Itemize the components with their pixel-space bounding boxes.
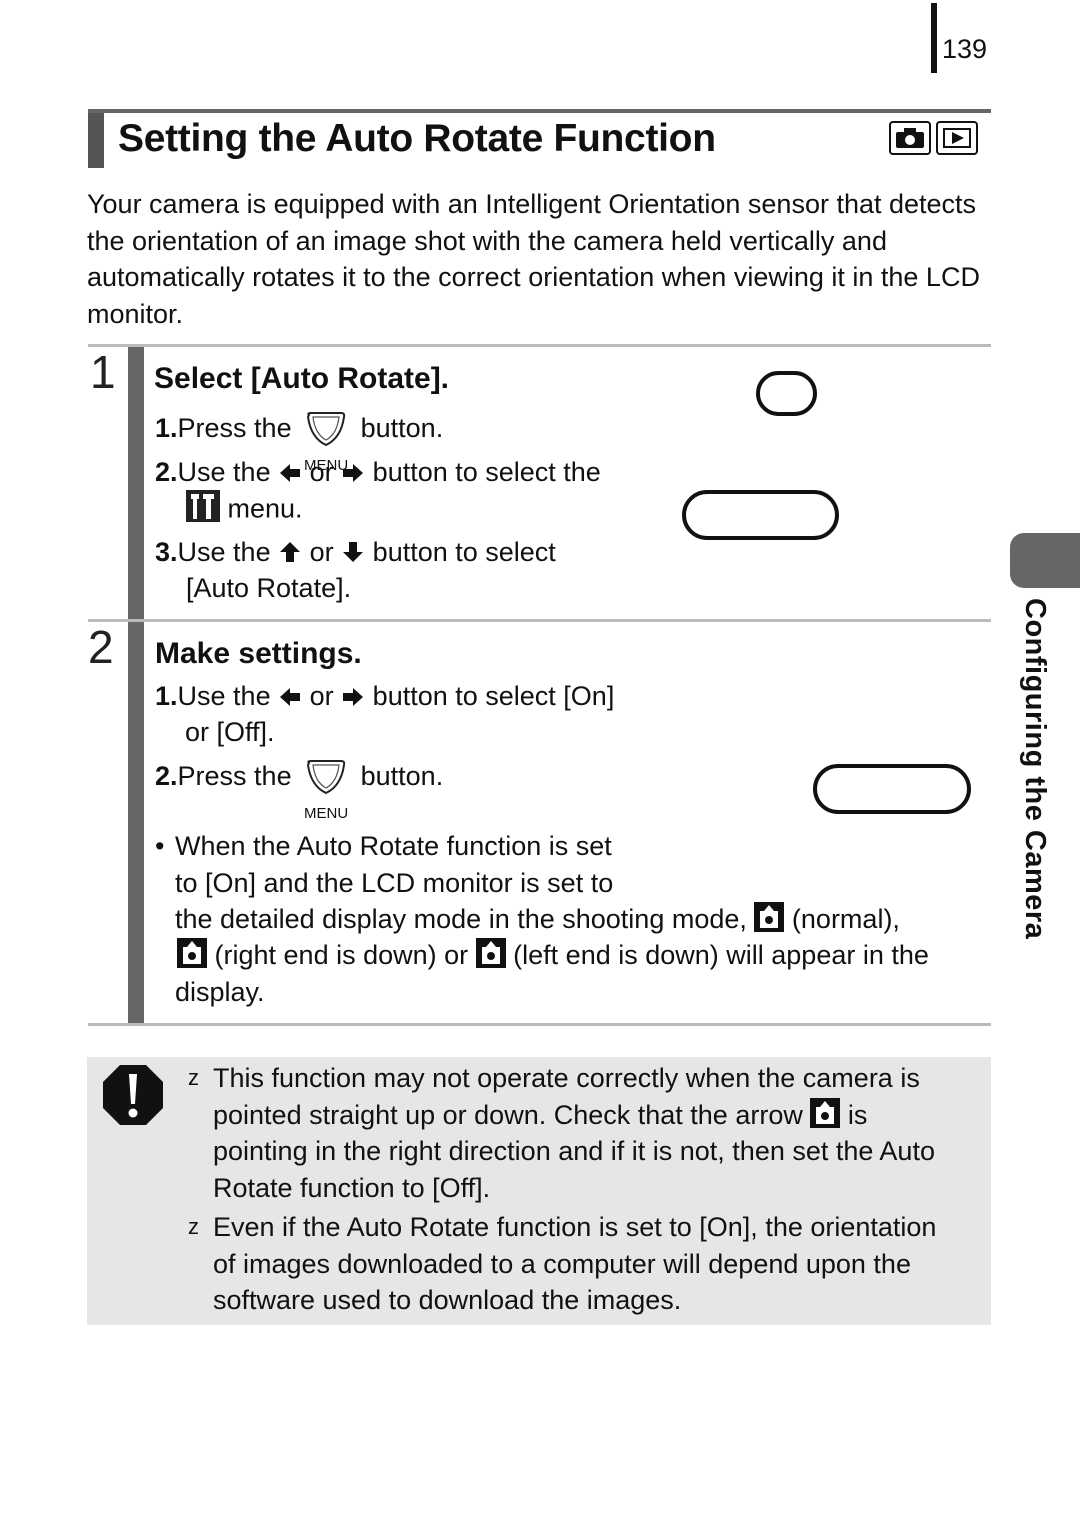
- item-text: button.: [360, 413, 444, 443]
- caution-text: pointed straight up or down. Check that …: [213, 1099, 803, 1130]
- chapter-tab: [1010, 533, 1080, 588]
- lcd-screen-placeholder: [756, 371, 817, 416]
- setup-menu-icon: [186, 490, 220, 531]
- note-text: (normal),: [791, 904, 900, 934]
- page-number: 139: [942, 34, 988, 64]
- step-item: 2.Press the MENU button.: [155, 758, 444, 822]
- down-arrow-icon: [341, 536, 365, 572]
- step-number: 1: [90, 346, 116, 398]
- item-text: or: [309, 457, 334, 487]
- step-item-continuation: or [Off].: [185, 717, 275, 747]
- item-text: Press the: [177, 413, 292, 443]
- page-title: Setting the Auto Rotate Function: [118, 117, 716, 160]
- caution-line: This function may not operate correctly …: [213, 1063, 920, 1093]
- menu-button-icon: MENU: [299, 411, 353, 474]
- caution-item: z This function may not operate correctl…: [188, 1060, 983, 1206]
- caution-item: z Even if the Auto Rotate function is se…: [188, 1209, 983, 1319]
- caution-bullet: z: [188, 1065, 199, 1090]
- mode-icons: [889, 121, 978, 155]
- chapter-label: Configuring the Camera: [1017, 598, 1057, 978]
- item-text: Use the: [177, 457, 271, 487]
- item-text: menu.: [227, 493, 303, 524]
- item-text: Use the: [177, 537, 271, 567]
- item-number: 2.: [155, 457, 178, 487]
- lcd-screen-placeholder: [813, 764, 971, 814]
- note-line: display.: [175, 977, 265, 1007]
- item-text: button.: [360, 761, 444, 791]
- lcd-screen-placeholder: [682, 490, 839, 540]
- note-line: When the Auto Rotate function is set: [175, 831, 612, 861]
- right-arrow-icon: [341, 456, 365, 492]
- caution-line: Rotate function to [Off].: [213, 1172, 491, 1203]
- note-bullet: •: [155, 831, 165, 861]
- step-divider: [88, 619, 991, 622]
- item-text: button to select: [372, 537, 556, 567]
- step-item: 1.Press the MENU button.: [155, 410, 444, 474]
- item-text: or: [309, 537, 334, 567]
- step-bar: [128, 347, 144, 620]
- note-line: the detailed display mode in the shootin…: [175, 901, 900, 937]
- menu-label: MENU: [304, 804, 349, 822]
- section-end-rule: [88, 1023, 991, 1026]
- camera-icon: [889, 121, 931, 155]
- note-line: (right end is down) or (left end is down…: [177, 937, 929, 973]
- page-number-bar: [931, 3, 937, 73]
- caution-line: pointing in the right direction and if i…: [213, 1136, 935, 1166]
- item-number: 3.: [155, 537, 178, 567]
- step-title: Select [Auto Rotate].: [154, 362, 450, 395]
- left-arrow-icon: [278, 680, 302, 716]
- title-tab-marker: [88, 113, 104, 168]
- left-arrow-icon: [278, 456, 302, 492]
- step-divider: [88, 344, 991, 347]
- caution-line: Even if the Auto Rotate function is set …: [213, 1212, 937, 1242]
- note-text: the detailed display mode in the shootin…: [175, 904, 747, 934]
- menu-button-icon: MENU: [299, 759, 353, 822]
- note-text: (right end is down) or: [214, 940, 469, 970]
- orientation-arrow-icon: [810, 1097, 841, 1128]
- step-item: 1.Use the or button to select [On]: [155, 678, 614, 716]
- caution-line: of images downloaded to a computer will …: [213, 1248, 911, 1279]
- step-title: Make settings.: [155, 637, 362, 670]
- orientation-normal-icon: [754, 902, 785, 932]
- note-text: (left end is down) will appear in the: [513, 940, 929, 970]
- step-item: 3.Use the or button to select: [155, 534, 556, 572]
- orientation-left-down-icon: [475, 938, 506, 968]
- item-number: 1.: [155, 413, 178, 443]
- caution-icon: [102, 1064, 164, 1131]
- step-number: 2: [88, 621, 114, 673]
- item-text: Use the: [177, 681, 271, 711]
- item-text: or: [309, 681, 334, 711]
- step-item-continuation: menu.: [186, 490, 303, 531]
- title-rule: [88, 109, 991, 113]
- caution-bullet: z: [188, 1214, 199, 1239]
- step-item: 2.Use the or button to select the: [155, 454, 601, 492]
- item-text: button to select [On]: [372, 681, 615, 711]
- playback-icon: [936, 121, 978, 155]
- item-text: button to select the: [372, 457, 601, 487]
- right-arrow-icon: [341, 680, 365, 716]
- step-item-continuation: [Auto Rotate].: [186, 573, 352, 603]
- orientation-right-down-icon: [177, 938, 207, 968]
- caution-line: pointed straight up or down. Check that …: [213, 1097, 983, 1134]
- chapter-label-text: Configuring the Camera: [1019, 598, 1051, 940]
- caution-line: software used to download the images.: [213, 1285, 682, 1315]
- item-number: 2.: [155, 761, 178, 791]
- caution-text: is: [847, 1099, 868, 1130]
- intro-paragraph: Your camera is equipped with an Intellig…: [87, 189, 980, 329]
- item-text: Press the: [177, 761, 292, 791]
- step-bar: [128, 622, 144, 1024]
- caution-box: z This function may not operate correctl…: [87, 1057, 991, 1325]
- up-arrow-icon: [278, 536, 302, 572]
- item-number: 1.: [155, 681, 178, 711]
- note-line: to [On] and the LCD monitor is set to: [175, 868, 614, 898]
